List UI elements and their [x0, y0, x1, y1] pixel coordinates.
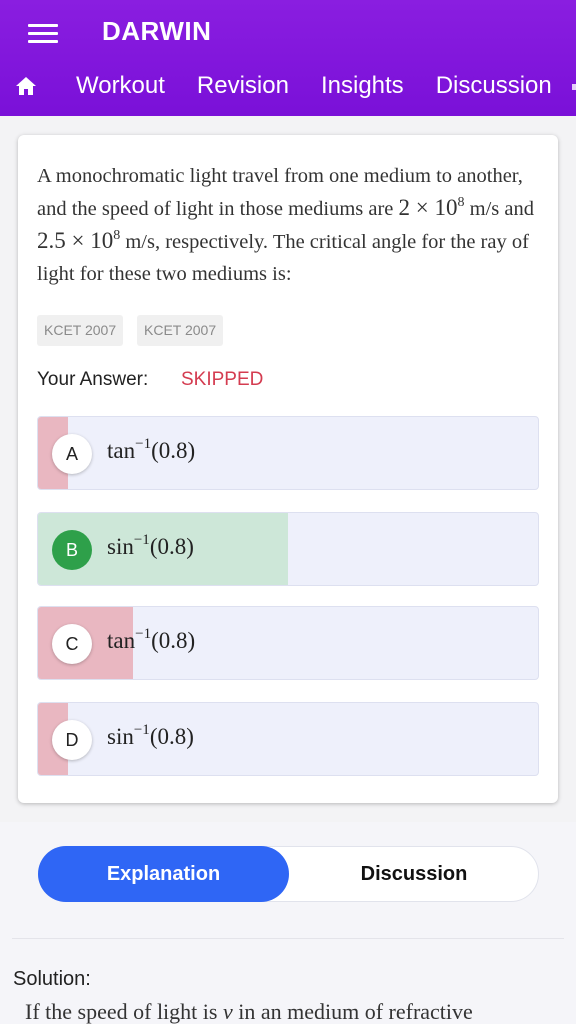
- question-text: A monochromatic light travel from one me…: [37, 165, 534, 285]
- menu-icon[interactable]: [28, 22, 58, 44]
- question-card: A monochromatic light travel from one me…: [18, 135, 558, 803]
- tab-revision[interactable]: Revision: [181, 64, 305, 110]
- option-text: sin−1(0.8): [107, 532, 194, 560]
- your-answer-label: Your Answer:: [37, 369, 149, 390]
- option-a[interactable]: A tan−1(0.8): [37, 416, 539, 490]
- tab-discussion[interactable]: Discussion: [420, 64, 568, 110]
- app-header: DARWIN Workout Revision Insights Discuss…: [0, 0, 576, 116]
- option-c[interactable]: C tan−1(0.8): [37, 606, 539, 680]
- divider: [12, 938, 564, 939]
- option-letter: D: [52, 720, 92, 760]
- tab-workout[interactable]: Workout: [60, 64, 181, 110]
- exam-tag: KCET 2007: [137, 315, 224, 346]
- app-title: DARWIN: [102, 16, 212, 46]
- option-letter: C: [52, 624, 92, 664]
- option-b[interactable]: B sin−1(0.8): [37, 512, 539, 586]
- solution-label: Solution:: [13, 968, 91, 990]
- nav-tabs: Workout Revision Insights Discussion: [60, 64, 568, 110]
- option-text: tan−1(0.8): [107, 626, 196, 654]
- home-icon[interactable]: [14, 74, 38, 98]
- option-letter: B: [52, 530, 92, 570]
- option-letter: A: [52, 434, 92, 474]
- tab-explanation[interactable]: Explanation: [38, 846, 289, 902]
- option-text: sin−1(0.8): [107, 722, 194, 750]
- your-answer-status: SKIPPED: [181, 369, 264, 390]
- tab-insights[interactable]: Insights: [305, 64, 420, 110]
- option-text: tan−1(0.8): [107, 436, 196, 464]
- nav-overflow-indicator: [572, 84, 576, 90]
- option-d[interactable]: D sin−1(0.8): [37, 702, 539, 776]
- solution-text: If the speed of light is v in an medium …: [25, 999, 473, 1024]
- tab-discussion-panel[interactable]: Discussion: [289, 846, 539, 902]
- exam-tag: KCET 2007: [37, 315, 124, 346]
